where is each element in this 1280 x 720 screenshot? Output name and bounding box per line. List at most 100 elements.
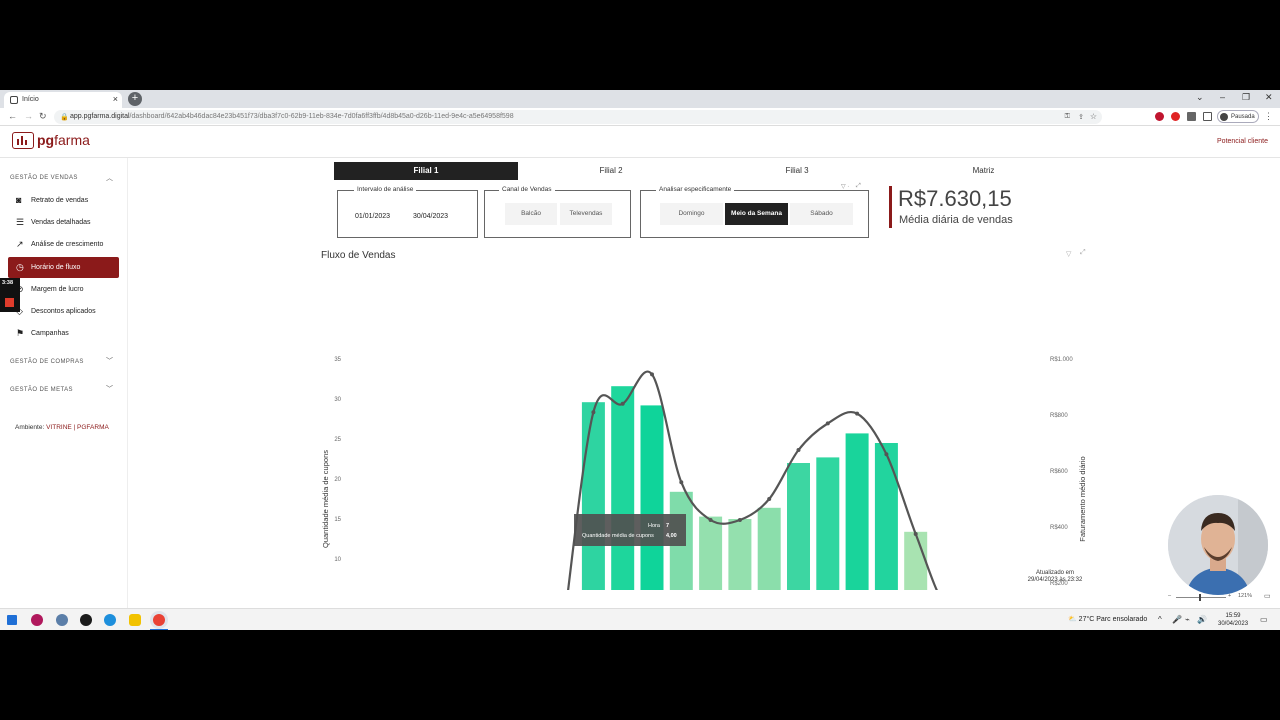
sidebar-item-margem-lucro[interactable]: ⊘ Margem de lucro (8, 279, 119, 300)
notification-icon[interactable]: ▭ (1260, 615, 1268, 624)
weekday-filter-label: Analisar especificamente (656, 186, 735, 193)
back-icon[interactable]: ← (8, 111, 17, 121)
bar (640, 405, 664, 590)
browser-tabbar: Início × + ⌄ – ❐ ✕ (0, 90, 1280, 108)
line-point (767, 497, 772, 501)
option-televendas[interactable]: Televendas (560, 203, 612, 225)
tab-filial-3[interactable]: Filial 3 (705, 162, 889, 180)
tab-matriz[interactable]: Matriz (891, 162, 1076, 180)
line-point (737, 518, 742, 522)
line-point (884, 452, 889, 457)
option-balcao[interactable]: Balcão (505, 203, 557, 225)
weekday-filter: Analisar especificamente ▽ · ⤢ Domingo M… (640, 183, 869, 238)
tooltip-qtd-value: 4,00 (666, 533, 677, 539)
tab-search-icon[interactable]: ⌄ (1196, 92, 1204, 103)
section-gestao-metas[interactable]: GESTÃO DE METAS (10, 387, 73, 393)
y-tick-label: 25 (334, 437, 341, 443)
option-meio-semana[interactable]: Meio da Semana (725, 203, 788, 225)
option-sabado[interactable]: Sábado (790, 203, 853, 225)
reload-icon[interactable]: ↻ (39, 111, 47, 122)
y-tick-label: 10 (334, 557, 341, 563)
expand-icon[interactable]: ⤢ (856, 183, 861, 190)
date-end-input[interactable]: 30/04/2023 (413, 213, 448, 220)
date-start-input[interactable]: 01/01/2023 (355, 213, 390, 220)
close-tab-icon[interactable]: × (113, 94, 118, 104)
profile-button[interactable]: Pausada (1217, 110, 1259, 123)
chevron-down-icon[interactable]: ﹀ (106, 384, 113, 394)
forward-icon[interactable]: → (24, 111, 33, 121)
fit-page-icon[interactable]: ▭ (1264, 592, 1271, 600)
line-point (708, 518, 713, 522)
webcam-overlay (1168, 495, 1268, 595)
chevron-down-icon[interactable]: ﹀ (106, 356, 113, 366)
clock-icon: ◷ (16, 262, 24, 272)
date-range-label: Intervalo de análise (354, 186, 417, 193)
list-icon: ☰ (16, 217, 25, 227)
bar (904, 531, 928, 590)
tray-chevron-icon[interactable]: ^ (1158, 615, 1162, 624)
lock-icon: 🔒 (60, 114, 69, 121)
line-point (650, 372, 654, 377)
sidebar-item-retrato[interactable]: ◙ Retrato de vendas (8, 190, 119, 211)
y2-tick-label: R$600 (1050, 469, 1068, 475)
kpi-value: R$7.630,15 (898, 186, 1012, 211)
sidebar-item-campanhas[interactable]: ⚑ Campanhas (8, 323, 119, 344)
sidebar-item-descontos[interactable]: ◇ Descontos aplicados (8, 301, 119, 322)
edge-icon[interactable] (104, 614, 116, 626)
option-domingo[interactable]: Domingo (660, 203, 723, 225)
section-gestao-compras[interactable]: GESTÃO DE COMPRAS (10, 359, 84, 365)
file-explorer-icon[interactable] (129, 614, 141, 626)
extensions-puzzle-icon[interactable] (1187, 112, 1196, 121)
sales-channel-label: Canal de Vendas (499, 186, 555, 193)
restore-icon[interactable]: ❐ (1242, 92, 1250, 103)
chrome-icon[interactable] (153, 614, 165, 626)
tooltip-hora-label: Hora (648, 523, 660, 529)
app-icon[interactable] (31, 614, 43, 626)
extension-icon[interactable] (1155, 112, 1164, 121)
volume-icon[interactable]: 🔊 (1197, 615, 1207, 624)
sidebar-item-analise-crescimento[interactable]: ↗ Análise de crescimento (8, 234, 119, 255)
address-bar[interactable]: 🔒 app.pgfarma.digital/dashboard/642ab4b4… (54, 110, 1102, 124)
bar (874, 443, 898, 590)
browser-tab-title: Início (22, 96, 39, 103)
clock[interactable]: 15:59 30/04/2023 (1218, 612, 1248, 628)
stop-recording-icon[interactable] (5, 298, 14, 307)
recording-widget[interactable]: 3:38 (0, 278, 20, 312)
mic-icon[interactable]: 🎤 (1172, 615, 1182, 624)
browser-tab[interactable]: Início × (4, 92, 122, 108)
camera-icon: ◙ (16, 195, 22, 205)
bar (845, 433, 869, 590)
app-icon[interactable] (80, 614, 92, 626)
trend-icon: ↗ (16, 239, 24, 249)
potencial-cliente-link[interactable]: Potencial cliente (1217, 138, 1268, 145)
share-icon[interactable]: ⇪ (1078, 113, 1084, 121)
sidebar-item-horario-fluxo[interactable]: ◷ Horário de fluxo (8, 257, 119, 278)
bar (611, 386, 635, 590)
section-gestao-vendas[interactable]: GESTÃO DE VENDAS (10, 175, 78, 181)
minimize-icon[interactable]: – (1220, 92, 1225, 102)
network-icon[interactable]: ⌁ (1185, 615, 1190, 624)
sidepanel-icon[interactable] (1203, 112, 1212, 121)
weather-widget[interactable]: ⛅ 27°C Parc ensolarado (1068, 615, 1147, 623)
chevron-up-icon[interactable]: ︿ (106, 173, 113, 183)
app-header: pgfarma Potencial cliente (0, 126, 1280, 158)
tab-filial-2[interactable]: Filial 2 (519, 162, 703, 180)
filter-icon[interactable]: ▽ · (841, 183, 849, 190)
line-point (855, 411, 860, 416)
bookmark-star-icon[interactable]: ☆ (1090, 112, 1097, 121)
bar (787, 463, 810, 590)
start-icon[interactable] (7, 615, 17, 625)
sidebar-item-vendas-detalhadas[interactable]: ☰ Vendas detalhadas (8, 212, 119, 233)
tab-filial-1[interactable]: Filial 1 (334, 162, 518, 180)
url-text: app.pgfarma.digital/dashboard/642ab4b46d… (70, 113, 514, 120)
recording-time: 3:38 (2, 280, 14, 286)
y2-tick-label: R$800 (1050, 413, 1068, 419)
close-window-icon[interactable]: ✕ (1265, 92, 1273, 103)
sidebar: GESTÃO DE VENDAS ︿ ◙ Retrato de vendas ☰… (0, 158, 128, 610)
new-tab-button[interactable]: + (128, 92, 142, 106)
extension-icon[interactable] (1171, 112, 1180, 121)
chrome-menu-icon[interactable]: ⋮ (1264, 111, 1273, 122)
key-icon[interactable]: ⚿ (1065, 113, 1070, 121)
app-icon[interactable] (56, 614, 68, 626)
tooltip-qtd-label: Quantidade média de cupons (582, 533, 654, 539)
